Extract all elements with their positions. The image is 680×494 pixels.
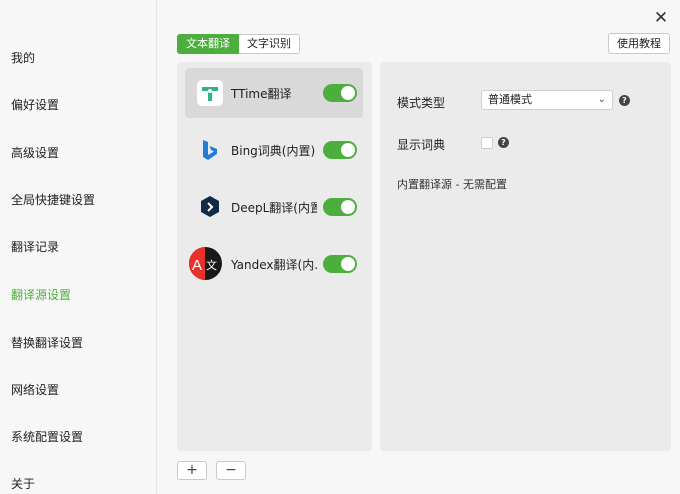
sidebar-item-about[interactable]: 关于 [11, 475, 35, 492]
tab-text-translation[interactable]: 文本翻译 [177, 34, 239, 54]
mode-type-label: 模式类型 [397, 96, 446, 110]
deepl-icon [197, 194, 223, 220]
source-toggle[interactable] [323, 141, 357, 159]
source-item-deepl[interactable]: DeepL翻译(内置) [185, 182, 363, 232]
remove-source-button[interactable]: − [216, 461, 246, 480]
help-icon[interactable]: ? [619, 95, 630, 106]
sidebar: 我的 偏好设置 高级设置 全局快捷键设置 翻译记录 翻译源设置 替换翻译设置 网… [0, 0, 157, 494]
sidebar-item-history[interactable]: 翻译记录 [11, 238, 59, 255]
sidebar-item-shortcuts[interactable]: 全局快捷键设置 [11, 191, 95, 208]
ttime-icon [197, 80, 223, 106]
help-icon[interactable]: ? [498, 137, 509, 148]
source-item-yandex[interactable]: A 文 Yandex翻译(内... [185, 239, 363, 289]
yandex-icon: A 文 [189, 247, 222, 280]
builtin-source-note: 内置翻译源 - 无需配置 [397, 178, 507, 191]
sidebar-item-replace[interactable]: 替换翻译设置 [11, 334, 83, 351]
source-toggle[interactable] [323, 84, 357, 102]
svg-text:文: 文 [206, 258, 217, 272]
mode-type-value: 普通模式 [488, 93, 532, 106]
close-icon[interactable]: ✕ [652, 9, 670, 27]
source-settings-panel: 模式类型 普通模式 ⌄ ? 显示词典 ? 内置翻译源 - 无需配置 [380, 62, 671, 451]
svg-text:A: A [192, 257, 202, 274]
source-toggle[interactable] [323, 255, 357, 273]
source-name: Bing词典(内置) [231, 144, 316, 158]
sidebar-item-preferences[interactable]: 偏好设置 [11, 96, 59, 113]
mode-type-select[interactable]: 普通模式 ⌄ [481, 90, 613, 110]
bing-icon [197, 137, 223, 163]
add-source-button[interactable]: + [177, 461, 207, 480]
source-name: TTime翻译 [231, 87, 292, 101]
chevron-down-icon: ⌄ [597, 94, 606, 105]
show-dictionary-checkbox[interactable] [481, 137, 493, 149]
tab-ocr[interactable]: 文字识别 [239, 34, 300, 54]
sidebar-item-network[interactable]: 网络设置 [11, 381, 59, 398]
sidebar-item-my[interactable]: 我的 [11, 49, 35, 66]
sidebar-item-system[interactable]: 系统配置设置 [11, 428, 83, 445]
source-toggle[interactable] [323, 198, 357, 216]
source-list-panel: TTime翻译 Bing词典(内置) DeepL翻译(内置) A 文 [177, 62, 372, 451]
source-name: DeepL翻译(内置) [231, 201, 317, 215]
sidebar-item-translation-sources[interactable]: 翻译源设置 [11, 286, 71, 303]
tab-bar: 文本翻译 文字识别 [177, 34, 300, 54]
tutorial-button[interactable]: 使用教程 [608, 33, 670, 54]
source-item-ttime[interactable]: TTime翻译 [185, 68, 363, 118]
source-item-bing[interactable]: Bing词典(内置) [185, 125, 363, 175]
sidebar-item-advanced[interactable]: 高级设置 [11, 144, 59, 161]
show-dictionary-label: 显示词典 [397, 138, 446, 152]
source-name: Yandex翻译(内... [231, 258, 317, 272]
